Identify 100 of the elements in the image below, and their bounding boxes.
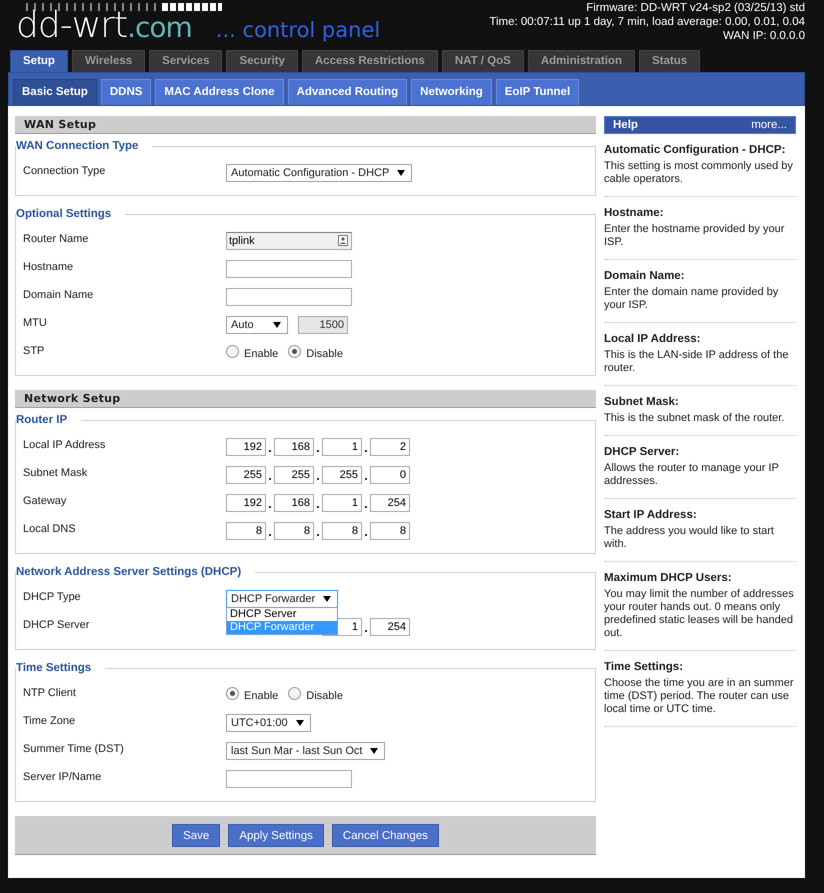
field-label: Domain Name [23,289,94,301]
caret-icon [397,170,406,176]
radio-button[interactable] [226,686,239,700]
text-field[interactable] [226,770,352,788]
dropdown[interactable]: last Sun Mar - last Sun Oct [226,742,386,760]
dropdown[interactable]: Auto [226,316,288,334]
field-label: Gateway [23,495,68,507]
group-legend: Network Address Server Settings (DHCP) [16,566,256,578]
field-label: DHCP Server [23,619,90,631]
ip-octet-field[interactable]: 255 [226,466,266,484]
ip-octet-field[interactable]: 255 [274,466,314,484]
section-title: Network Setup [15,390,596,408]
nav-tab[interactable]: NAT / QoS [442,50,524,72]
subtab[interactable]: Basic Setup [13,79,97,105]
field-label: Connection Type [23,165,106,177]
nav-tab[interactable]: Setup [10,50,68,72]
text-field[interactable] [226,260,352,278]
ip-octet-field[interactable]: 192 [226,438,266,456]
help-heading: Subnet Mask: [604,396,680,408]
help-text: This is the LAN-side IP address of the router. [604,349,790,375]
caret-icon [323,596,332,602]
radio-label[interactable]: Disable [306,690,343,702]
ip-octet-field[interactable]: 1 [322,438,362,456]
help-text: Choose the time you are in an summer time (DST) period. The router can use local time or UTC time. [604,677,795,716]
ip-octet-field[interactable]: 168 [274,494,314,512]
help-text: This setting is most commonly used by cable operators. [604,160,794,186]
help-text: Enter the domain name provided by your ISP. [604,286,780,312]
help-text: The address you would like to start with. [604,525,775,551]
field-label: Summer Time (DST) [23,743,125,755]
ip-octet-field[interactable]: 255 [322,466,362,484]
subtab[interactable]: Networking [411,79,492,105]
field-label: Local DNS [23,523,77,535]
caret-icon [296,720,304,726]
nav-tab[interactable]: Security [226,50,298,72]
action-button[interactable]: Save [172,824,220,847]
help-heading: Hostname: [604,207,664,219]
dropdown[interactable]: UTC+01:00 [226,714,311,732]
ip-octet-field[interactable]: 254 [370,494,410,512]
nav-tab[interactable]: Wireless [72,50,146,72]
field-label: STP [23,345,46,357]
ip-octet-field[interactable]: 0 [370,466,410,484]
ip-octet-field[interactable]: 8 [226,522,266,540]
nav-tab[interactable]: Status [638,50,700,72]
help-text: Enter the hostname provided by your ISP. [604,223,786,249]
logo-domain: .com [127,10,192,46]
radio-label[interactable]: Disable [306,348,343,360]
ip-octet-field[interactable]: 192 [226,494,266,512]
field-label: MTU [23,317,48,329]
ip-octet-field[interactable]: 254 [370,618,410,636]
ip-octet-field[interactable]: 1 [322,494,362,512]
group-legend: Optional Settings [16,208,126,220]
help-text: This is the subnet mask of the router. [604,412,786,425]
help-text: Allows the router to manage your IP addresses. [604,462,780,488]
radio-button[interactable] [226,344,239,358]
text-field[interactable]: tplink [226,232,352,250]
logo-text: dd-wrt [16,7,128,45]
subtab[interactable]: DDNS [100,79,152,105]
field-label: Router Name [23,233,90,245]
field-label: Time Zone [23,715,76,727]
action-button[interactable]: Cancel Changes [332,824,439,847]
subtab[interactable]: Advanced Routing [288,79,408,105]
group-legend: WAN Connection Type [16,140,152,152]
subtab[interactable]: MAC Address Clone [155,79,284,105]
ip-octet-field[interactable]: 8 [322,522,362,540]
dropdown[interactable]: Automatic Configuration - DHCP [226,164,412,182]
group-legend: Time Settings [16,662,106,674]
group-legend: Router IP [16,414,82,426]
radio-button[interactable] [288,344,302,358]
status-text: Time: 00:07:11 up 1 day, 7 min, load average: 0.00, 0.01, 0.04 [489,15,805,29]
radio-label[interactable]: Enable [244,348,278,360]
nav-tab[interactable]: Administration [528,50,635,72]
field-label: NTP Client [23,687,77,699]
help-heading: Time Settings: [604,661,684,673]
help-heading: Automatic Configuration - DHCP: [604,144,786,156]
help-heading: Domain Name: [604,270,686,282]
caret-icon [273,322,281,328]
ip-octet-field[interactable]: 2 [370,438,410,456]
more-link[interactable]: more... [751,119,787,131]
field-label: DHCP Type [23,591,82,603]
field-label: Hostname [23,261,74,273]
action-button[interactable]: Apply Settings [228,824,324,847]
nav-tab[interactable]: Services [149,50,222,72]
help-heading: Maximum DHCP Users: [604,572,733,584]
text-field[interactable] [226,288,352,306]
ip-octet-field[interactable]: 8 [370,522,410,540]
caret-icon [370,748,378,754]
field-label: Subnet Mask [23,467,88,479]
nav-tab[interactable]: Access Restrictions [302,50,438,72]
field-label: Server IP/Name [23,771,102,783]
radio-button[interactable] [288,686,302,700]
help-heading: Start IP Address: [604,509,698,521]
help-text: You may limit the number of addresses your router hands out. 0 means only predefined static leases will be handed out. [604,588,795,640]
status-text: WAN IP: 0.0.0.0 [722,29,805,43]
ip-octet-field[interactable]: 168 [274,438,314,456]
radio-label[interactable]: Enable [244,690,278,702]
logo-tagline: ... control panel [216,17,380,44]
subtab[interactable]: EoIP Tunnel [496,79,580,105]
ip-octet-field[interactable]: 8 [274,522,314,540]
help-heading: Local IP Address: [604,333,702,345]
section-title: WAN Setup [15,116,596,134]
